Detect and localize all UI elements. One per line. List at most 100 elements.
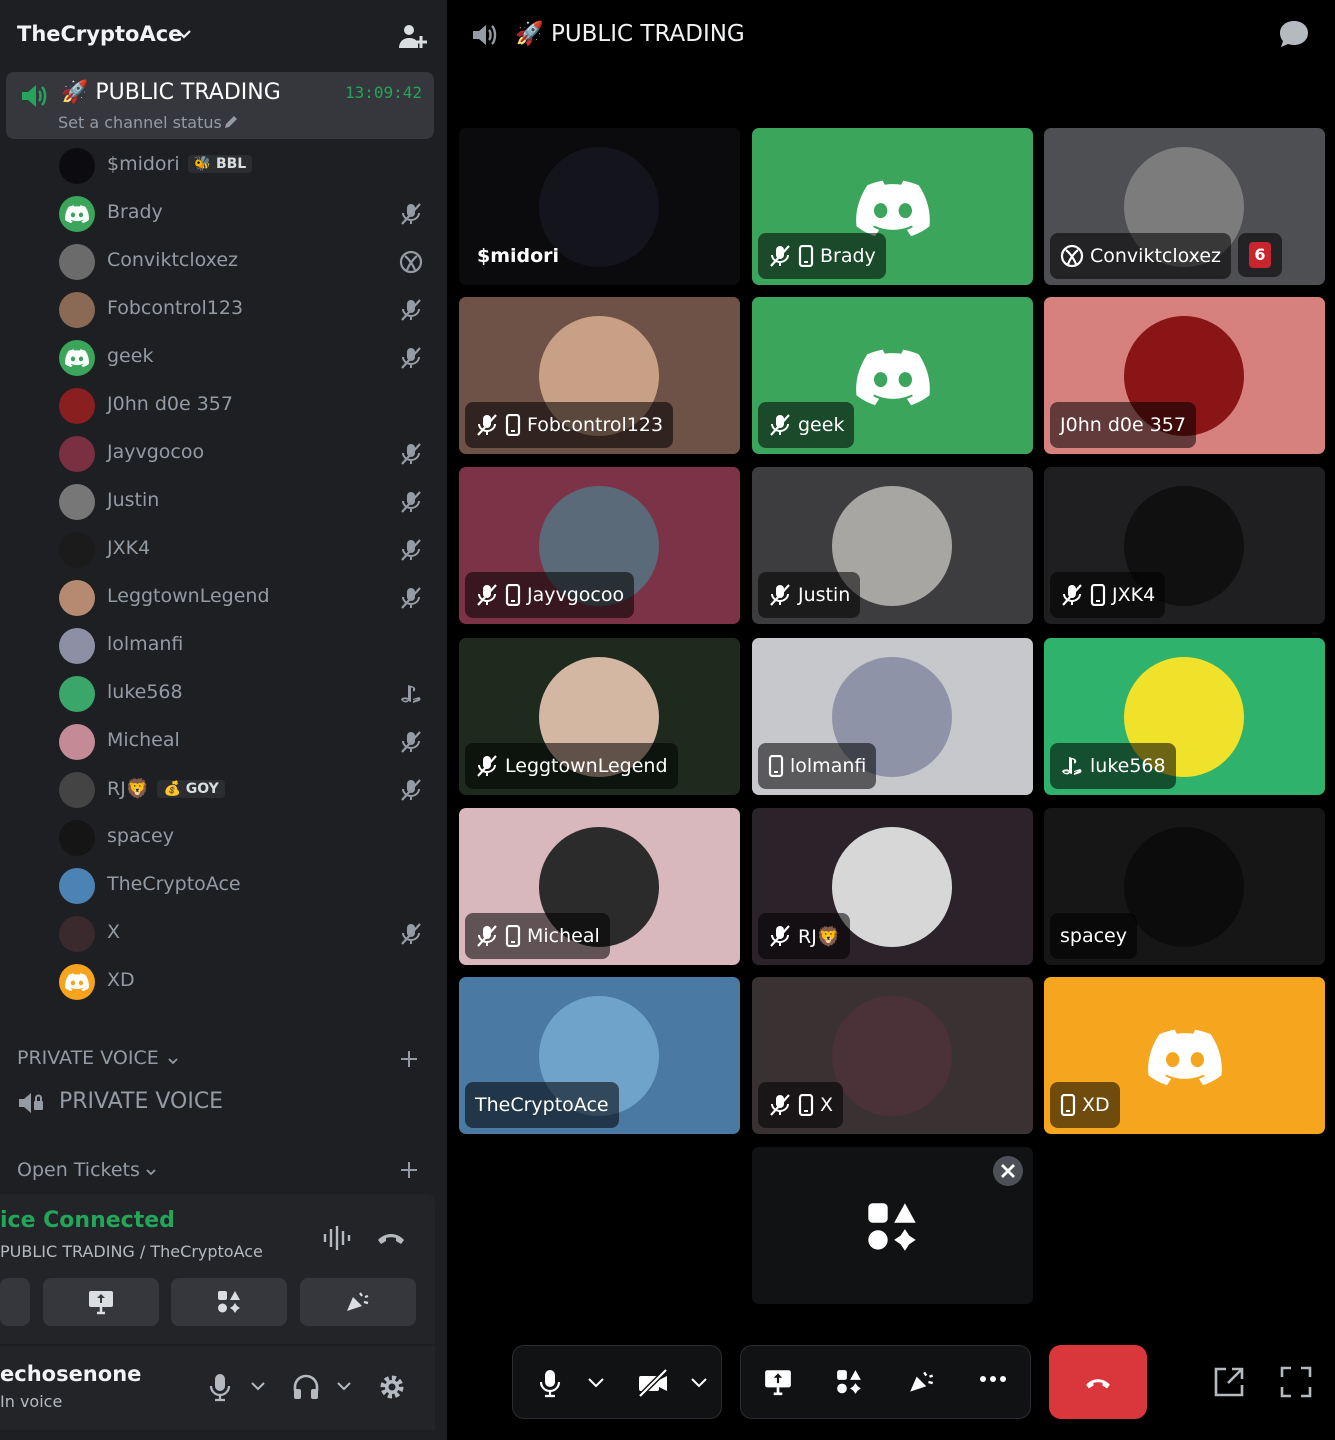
- member-name[interactable]: lolmanfi: [107, 633, 183, 655]
- participant-tile[interactable]: J0hn d0e 357: [1044, 297, 1325, 454]
- category-open-tickets[interactable]: Open Tickets: [17, 1159, 140, 1181]
- microphone-icon[interactable]: [207, 1372, 233, 1402]
- avatar[interactable]: [59, 532, 95, 568]
- headphones-icon[interactable]: [291, 1372, 321, 1402]
- member-name[interactable]: spacey: [107, 825, 174, 847]
- member-name[interactable]: RJ🦁: [107, 778, 149, 800]
- settings-gear-icon[interactable]: [377, 1372, 407, 1402]
- server-name[interactable]: TheCryptoAce: [17, 22, 182, 46]
- member-name[interactable]: X: [107, 921, 120, 943]
- member-name[interactable]: Brady: [107, 201, 163, 223]
- avatar[interactable]: [59, 244, 95, 280]
- active-voice-channel[interactable]: 🚀 PUBLIC TRADING 13:09:42 Set a channel …: [6, 72, 434, 139]
- member-name[interactable]: $midori: [107, 153, 180, 175]
- noise-suppression-icon[interactable]: [322, 1224, 354, 1252]
- avatar[interactable]: [59, 436, 95, 472]
- voice-member[interactable]: J0hn d0e 357: [57, 383, 429, 427]
- voice-member[interactable]: Micheal: [57, 719, 429, 763]
- chevron-down-icon[interactable]: [145, 1166, 157, 1178]
- channel-status-button[interactable]: Set a channel status: [58, 113, 222, 132]
- avatar[interactable]: [59, 292, 95, 328]
- avatar[interactable]: [59, 388, 95, 424]
- voice-member[interactable]: geek: [57, 335, 429, 379]
- avatar[interactable]: [59, 868, 95, 904]
- member-name[interactable]: luke568: [107, 681, 183, 703]
- member-name[interactable]: Jayvgocoo: [107, 441, 204, 463]
- disconnect-icon[interactable]: [376, 1226, 406, 1248]
- avatar[interactable]: [59, 964, 95, 1000]
- chevron-down-icon[interactable]: [250, 1380, 266, 1392]
- add-member-icon[interactable]: [397, 22, 427, 52]
- participant-tile[interactable]: geek: [752, 297, 1033, 454]
- microphone-icon[interactable]: [537, 1368, 563, 1398]
- chevron-down-icon[interactable]: [167, 1055, 179, 1067]
- avatar[interactable]: [59, 580, 95, 616]
- member-name[interactable]: Fobcontrol123: [107, 297, 243, 319]
- voice-member[interactable]: TheCryptoAce: [57, 863, 429, 907]
- participant-tile[interactable]: lolmanfi: [752, 638, 1033, 795]
- participant-tile[interactable]: XD: [1044, 977, 1325, 1134]
- voice-member[interactable]: $midori 🐝 BBL: [57, 143, 429, 187]
- close-icon[interactable]: [992, 1155, 1024, 1187]
- soundboard-button[interactable]: [300, 1278, 416, 1326]
- voice-member[interactable]: X: [57, 911, 429, 955]
- avatar[interactable]: [59, 148, 95, 184]
- voice-member[interactable]: XD: [57, 959, 429, 1003]
- chevron-down-icon[interactable]: [336, 1380, 352, 1392]
- plus-icon[interactable]: [400, 1161, 418, 1179]
- participant-tile[interactable]: Justin: [752, 467, 1033, 624]
- username[interactable]: echosenone: [0, 1362, 141, 1386]
- member-name[interactable]: Conviktcloxez: [107, 249, 238, 271]
- participant-tile[interactable]: JXK4: [1044, 467, 1325, 624]
- member-name[interactable]: Micheal: [107, 729, 180, 751]
- participant-tile[interactable]: $midori: [459, 128, 740, 285]
- voice-connected-status[interactable]: ice Connected: [0, 1208, 175, 1233]
- chevron-down-icon[interactable]: [587, 1376, 605, 1388]
- avatar[interactable]: [59, 340, 95, 376]
- participant-tile[interactable]: Conviktcloxez 6: [1044, 128, 1325, 285]
- screenshare-button[interactable]: [43, 1278, 159, 1326]
- member-name[interactable]: J0hn d0e 357: [107, 393, 233, 415]
- fullscreen-icon[interactable]: [1279, 1365, 1313, 1399]
- activity-tile[interactable]: [752, 1147, 1033, 1304]
- more-options-icon[interactable]: [979, 1374, 1007, 1384]
- server-header[interactable]: TheCryptoAce: [0, 0, 447, 70]
- member-name[interactable]: XD: [107, 969, 135, 991]
- voice-member[interactable]: LeggtownLegend: [57, 575, 429, 619]
- participant-tile[interactable]: spacey: [1044, 808, 1325, 965]
- camera-off-icon[interactable]: [637, 1368, 669, 1398]
- avatar[interactable]: [59, 772, 95, 808]
- member-name[interactable]: geek: [107, 345, 153, 367]
- participant-tile[interactable]: Micheal: [459, 808, 740, 965]
- avatar[interactable]: [59, 724, 95, 760]
- avatar[interactable]: [59, 820, 95, 856]
- member-name[interactable]: JXK4: [107, 537, 150, 559]
- chevron-down-icon[interactable]: [690, 1376, 708, 1388]
- member-name[interactable]: TheCryptoAce: [107, 873, 241, 895]
- chevron-down-icon[interactable]: [176, 26, 192, 42]
- activity-icon[interactable]: [835, 1368, 863, 1396]
- avatar[interactable]: [59, 916, 95, 952]
- private-voice-channel[interactable]: PRIVATE VOICE: [59, 1089, 223, 1114]
- voice-member[interactable]: Justin: [57, 479, 429, 523]
- voice-member[interactable]: RJ🦁 💰 GOY: [57, 767, 429, 811]
- soundboard-icon[interactable]: [907, 1368, 937, 1396]
- category-private-voice[interactable]: PRIVATE VOICE: [17, 1047, 159, 1069]
- avatar[interactable]: [59, 628, 95, 664]
- voice-member[interactable]: spacey: [57, 815, 429, 859]
- avatar[interactable]: [59, 484, 95, 520]
- screenshare-icon[interactable]: [763, 1368, 793, 1396]
- member-name[interactable]: Justin: [107, 489, 159, 511]
- camera-button[interactable]: [0, 1278, 30, 1326]
- voice-member[interactable]: luke568: [57, 671, 429, 715]
- voice-member[interactable]: Jayvgocoo: [57, 431, 429, 475]
- participant-tile[interactable]: TheCryptoAce: [459, 977, 740, 1134]
- participant-tile[interactable]: Brady: [752, 128, 1033, 285]
- participant-tile[interactable]: LeggtownLegend: [459, 638, 740, 795]
- voice-member[interactable]: Fobcontrol123: [57, 287, 429, 331]
- participant-tile[interactable]: Jayvgocoo: [459, 467, 740, 624]
- voice-channel-path[interactable]: PUBLIC TRADING / TheCryptoAce: [0, 1242, 263, 1261]
- voice-member[interactable]: JXK4: [57, 527, 429, 571]
- avatar[interactable]: [59, 196, 95, 232]
- voice-member[interactable]: Brady: [57, 191, 429, 235]
